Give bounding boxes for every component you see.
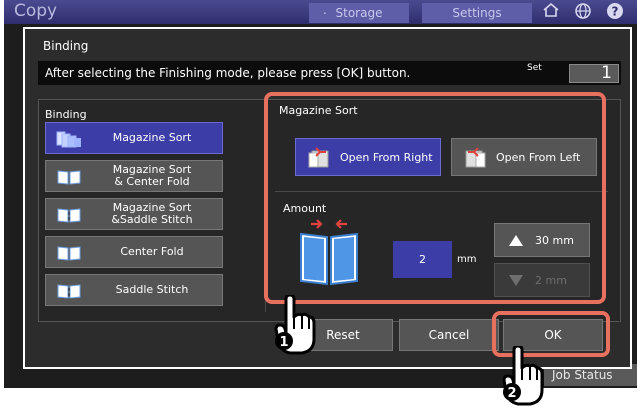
cancel-button[interactable]: Cancel [399, 319, 499, 351]
center-fold-book-icon [57, 170, 81, 185]
magazine-sort-saddle-stitch-label: Magazine Sort &Saddle Stitch [111, 201, 193, 226]
instruction-message: After selecting the Finishing mode, plea… [45, 66, 411, 80]
help-icon[interactable]: ? [604, 2, 626, 22]
pointing-hand-icon: 2 [502, 346, 544, 406]
step1-number: 1 [279, 335, 288, 350]
storage-button[interactable]: . Storage [309, 3, 409, 23]
center-fold-button[interactable]: Center Fold [45, 236, 223, 268]
storage-icon: . [323, 3, 327, 17]
saddle-stitch-book-icon [57, 208, 81, 223]
magazine-sort-center-fold-label: Magazine Sort & Center Fold [112, 163, 192, 188]
callout-frame-step1 [264, 92, 606, 304]
globe-icon[interactable] [572, 2, 594, 22]
center-fold-book-icon [57, 246, 81, 261]
dialog-title: Binding [43, 39, 89, 53]
magazine-sort-label: Magazine Sort [112, 131, 192, 144]
svg-text:?: ? [612, 5, 619, 19]
binding-section-label: Binding [45, 108, 87, 121]
app-title: Copy [14, 1, 58, 21]
magazine-sort-button[interactable]: Magazine Sort [45, 122, 223, 154]
center-fold-label: Center Fold [120, 245, 184, 258]
magazine-sort-icon [56, 131, 81, 148]
step2-number: 2 [507, 386, 516, 401]
settings-label: Settings [452, 6, 502, 20]
magazine-sort-center-fold-button[interactable]: Magazine Sort & Center Fold [45, 160, 223, 192]
saddle-stitch-button[interactable]: Saddle Stitch [45, 274, 223, 306]
storage-label: Storage [335, 6, 383, 20]
pointing-hand-icon: 1 [274, 295, 316, 355]
saddle-stitch-label: Saddle Stitch [115, 283, 189, 296]
top-bar: Copy . Storage Settings ? [4, 0, 637, 24]
magazine-sort-saddle-stitch-button[interactable]: Magazine Sort &Saddle Stitch [45, 198, 223, 230]
settings-button[interactable]: Settings [422, 3, 532, 23]
home-icon[interactable] [540, 2, 562, 22]
set-label: Set [527, 63, 542, 73]
saddle-stitch-book-icon [57, 284, 81, 299]
set-count-field: 1 [569, 64, 619, 83]
message-bar: After selecting the Finishing mode, plea… [38, 61, 621, 85]
